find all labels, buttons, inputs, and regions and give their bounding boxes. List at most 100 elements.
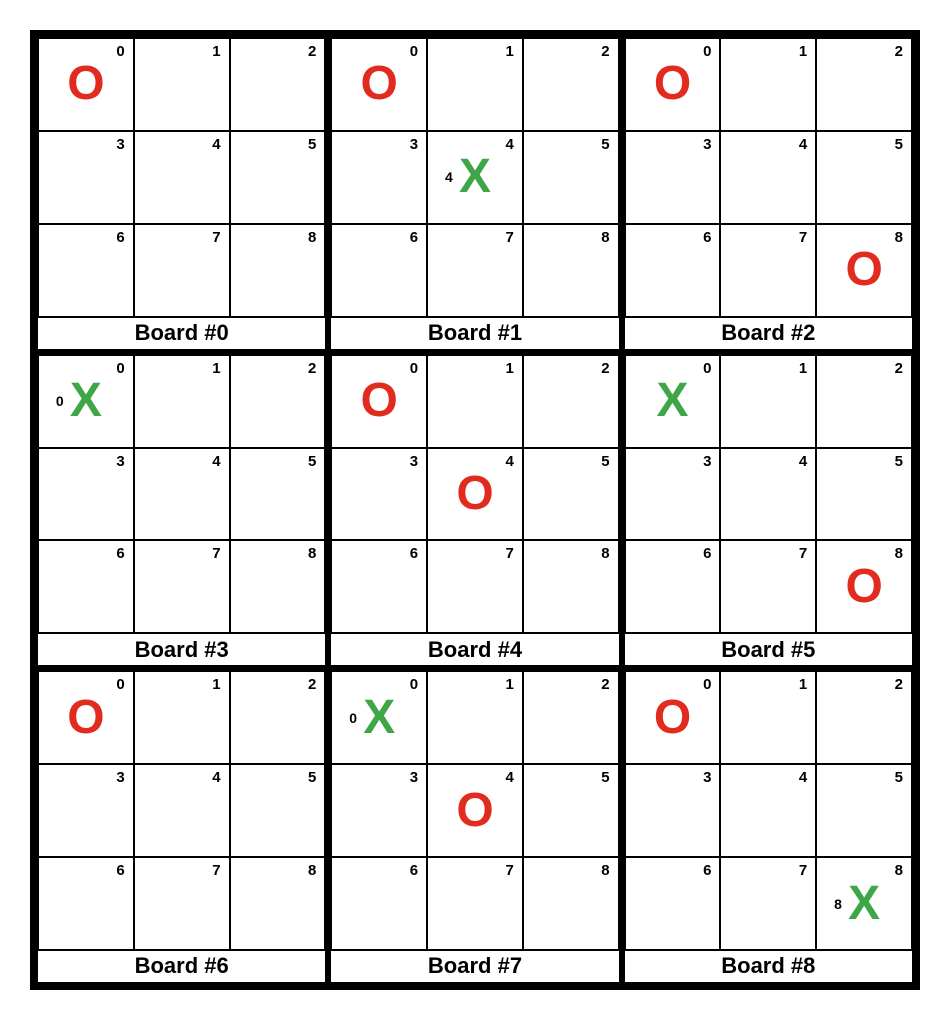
board-8-cell-0[interactable]: 0O — [625, 671, 721, 764]
board-7-cell-7[interactable]: 7 — [427, 857, 523, 950]
board-1-cell-1[interactable]: 1 — [427, 38, 523, 131]
board-6-cell-8[interactable]: 8 — [230, 857, 326, 950]
board-3-cell-7[interactable]: 7 — [134, 540, 230, 633]
board-4-cell-6[interactable]: 6 — [331, 540, 427, 633]
board-6-cell-6[interactable]: 6 — [38, 857, 134, 950]
board-8-cell-8[interactable]: 8X8 — [816, 857, 912, 950]
board-0-cell-1[interactable]: 1 — [134, 38, 230, 131]
board-4-cell-3[interactable]: 3 — [331, 448, 427, 541]
board-8-cell-5[interactable]: 5 — [816, 764, 912, 857]
board-4-cell-8[interactable]: 8 — [523, 540, 619, 633]
board-0-cells: 0O12 3 45 678 — [38, 38, 325, 317]
board-1-cell-6[interactable]: 6 — [331, 224, 427, 317]
board-1-cell-5[interactable]: 5 — [523, 131, 619, 224]
board-1-cell-8[interactable]: 8 — [523, 224, 619, 317]
board-2-cell-8[interactable]: 8O — [816, 224, 912, 317]
x-mark-icon: X4 — [459, 153, 491, 201]
board-0-cell-5[interactable]: 5 — [230, 131, 326, 224]
cell-index: 4 — [212, 136, 220, 153]
board-0-cell-2[interactable]: 2 — [230, 38, 326, 131]
board-8-cell-2[interactable]: 2 — [816, 671, 912, 764]
cell-index: 5 — [895, 136, 903, 153]
cell-index: 2 — [895, 360, 903, 377]
board-7-cell-8[interactable]: 8 — [523, 857, 619, 950]
board-2-cell-2[interactable]: 2 — [816, 38, 912, 131]
board-7-cell-5[interactable]: 5 — [523, 764, 619, 857]
board-8-cell-3[interactable]: 3 — [625, 764, 721, 857]
board-4-cell-4[interactable]: 4O — [427, 448, 523, 541]
board-label: Board #8 — [625, 950, 912, 982]
board-7-cell-6[interactable]: 6 — [331, 857, 427, 950]
board-5-cell-3[interactable]: 3 — [625, 448, 721, 541]
board-4-cell-7[interactable]: 7 — [427, 540, 523, 633]
board-6-cell-5[interactable]: 5 — [230, 764, 326, 857]
board-5-cell-0[interactable]: 0X — [625, 355, 721, 448]
board-5-cell-8[interactable]: 8O — [816, 540, 912, 633]
board-1-cell-7[interactable]: 7 — [427, 224, 523, 317]
board-2-cell-1[interactable]: 1 — [720, 38, 816, 131]
board-0-cell-7[interactable]: 7 — [134, 224, 230, 317]
board-5-cell-5[interactable]: 5 — [816, 448, 912, 541]
board-1-cell-3[interactable]: 3 — [331, 131, 427, 224]
board-8-cell-6[interactable]: 6 — [625, 857, 721, 950]
board-3-cell-2[interactable]: 2 — [230, 355, 326, 448]
board-7-cell-2[interactable]: 2 — [523, 671, 619, 764]
cell-index: 5 — [308, 453, 316, 470]
board-5-cell-2[interactable]: 2 — [816, 355, 912, 448]
board-7-cell-0[interactable]: 0X0 — [331, 671, 427, 764]
o-mark-icon: O — [456, 787, 493, 835]
board-0-cell-8[interactable]: 8 — [230, 224, 326, 317]
board-2-cell-4[interactable]: 4 — [720, 131, 816, 224]
board-4-cell-5[interactable]: 5 — [523, 448, 619, 541]
board-0-cell-4[interactable]: 4 — [134, 131, 230, 224]
board-4-cell-1[interactable]: 1 — [427, 355, 523, 448]
board-2-cell-6[interactable]: 6 — [625, 224, 721, 317]
board-2-cells: 0O12 34 5 678O — [625, 38, 912, 317]
board-4-cell-2[interactable]: 2 — [523, 355, 619, 448]
board-3-cell-6[interactable]: 6 — [38, 540, 134, 633]
board-7-cell-3[interactable]: 3 — [331, 764, 427, 857]
board-8-cell-1[interactable]: 1 — [720, 671, 816, 764]
board-2-cell-7[interactable]: 7 — [720, 224, 816, 317]
cell-index: 5 — [308, 769, 316, 786]
board-6-cell-1[interactable]: 1 — [134, 671, 230, 764]
board-6-cell-2[interactable]: 2 — [230, 671, 326, 764]
board-8-cell-7[interactable]: 7 — [720, 857, 816, 950]
board-2-cell-0[interactable]: 0O — [625, 38, 721, 131]
cell-index: 8 — [308, 862, 316, 879]
o-mark-icon: O — [67, 694, 104, 742]
board-5-cell-1[interactable]: 1 — [720, 355, 816, 448]
board-2-cell-5[interactable]: 5 — [816, 131, 912, 224]
board-6-cell-0[interactable]: 0O — [38, 671, 134, 764]
board-3-cell-5[interactable]: 5 — [230, 448, 326, 541]
board-3-cell-1[interactable]: 1 — [134, 355, 230, 448]
board-3-cell-4[interactable]: 4 — [134, 448, 230, 541]
cell-index: 7 — [506, 862, 514, 879]
board-5-cell-7[interactable]: 7 — [720, 540, 816, 633]
board-8-cells: 0O12 3 45 678X8 — [625, 671, 912, 950]
board-3-cell-0[interactable]: 0X0 — [38, 355, 134, 448]
board-1-cell-4[interactable]: 4X4 — [427, 131, 523, 224]
board-3-cell-3[interactable]: 3 — [38, 448, 134, 541]
board-2-cell-3[interactable]: 3 — [625, 131, 721, 224]
board-6-cell-4[interactable]: 4 — [134, 764, 230, 857]
board-7-cell-1[interactable]: 1 — [427, 671, 523, 764]
board-8-cell-4[interactable]: 4 — [720, 764, 816, 857]
board-6-cell-3[interactable]: 3 — [38, 764, 134, 857]
board-0-cell-0[interactable]: 0O — [38, 38, 134, 131]
board-6-cell-7[interactable]: 7 — [134, 857, 230, 950]
cell-index: 6 — [410, 545, 418, 562]
cell-index: 8 — [895, 862, 903, 879]
board-label: Board #1 — [331, 317, 618, 349]
cell-index: 3 — [410, 136, 418, 153]
board-3-cell-8[interactable]: 8 — [230, 540, 326, 633]
cell-index: 4 — [799, 769, 807, 786]
board-0-cell-6[interactable]: 6 — [38, 224, 134, 317]
board-5-cell-4[interactable]: 4 — [720, 448, 816, 541]
board-4-cell-0[interactable]: 0O — [331, 355, 427, 448]
board-7-cell-4[interactable]: 4O — [427, 764, 523, 857]
board-1-cell-0[interactable]: 0O — [331, 38, 427, 131]
board-0-cell-3[interactable]: 3 — [38, 131, 134, 224]
board-5-cell-6[interactable]: 6 — [625, 540, 721, 633]
board-1-cell-2[interactable]: 2 — [523, 38, 619, 131]
